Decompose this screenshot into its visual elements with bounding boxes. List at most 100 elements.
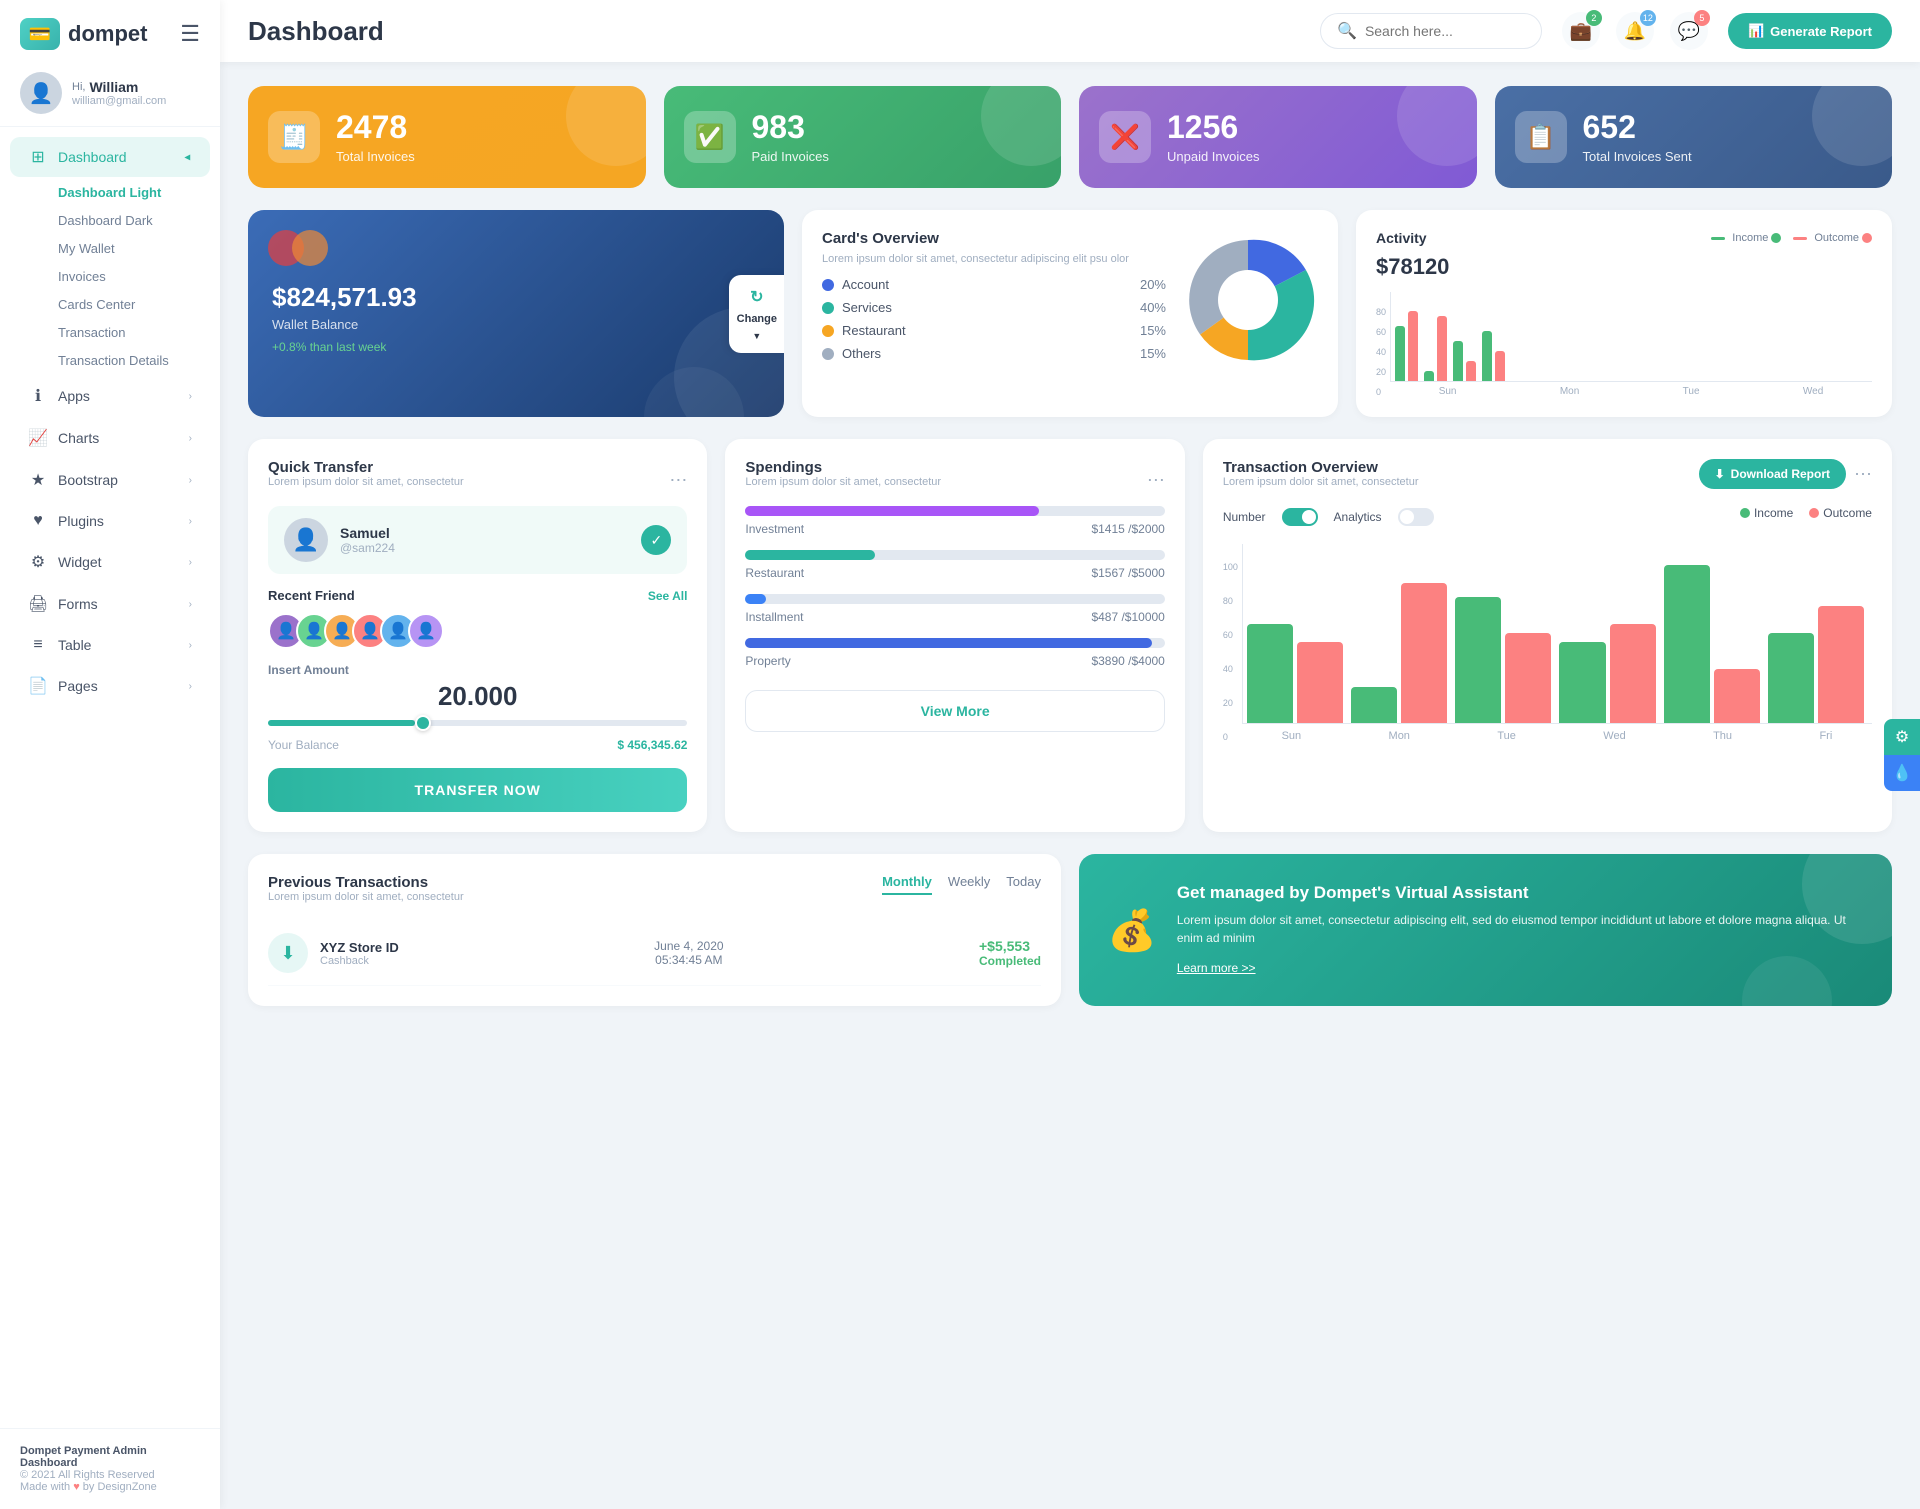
spendings-subtitle: Lorem ipsum dolor sit amet, consectetur	[745, 476, 941, 488]
prev-tx-tabs: Monthly Weekly Today	[882, 874, 1041, 895]
unpaid-invoices-number: 1256	[1167, 110, 1260, 145]
unpaid-invoices-icon: ❌	[1099, 111, 1151, 163]
generate-report-button[interactable]: 📊 Generate Report	[1728, 13, 1892, 49]
va-learn-more-link[interactable]: Learn more >>	[1177, 961, 1256, 975]
sidebar-item-cards-center[interactable]: Cards Center	[48, 291, 210, 318]
footer-copyright: © 2021 All Rights Reserved	[20, 1469, 200, 1481]
last-row: Previous Transactions Lorem ipsum dolor …	[248, 854, 1892, 1006]
income-legend-line	[1711, 237, 1725, 240]
chevron-right-icon: ›	[189, 681, 192, 692]
sidebar-item-invoices[interactable]: Invoices	[48, 263, 210, 290]
settings-panel-btn[interactable]: ⚙	[1884, 719, 1920, 755]
number-toggle-label: Number	[1223, 510, 1266, 524]
sidebar-item-forms[interactable]: 🖨 Forms ›	[10, 584, 210, 624]
user-email: william@gmail.com	[72, 95, 166, 107]
friend-avatar-6[interactable]: 👤	[408, 613, 444, 649]
overview-others-row: Others 15%	[822, 346, 1166, 361]
sidebar-charts-label: Charts	[58, 430, 179, 446]
income-bar-sun	[1395, 326, 1405, 381]
slider-thumb[interactable]	[415, 715, 431, 731]
avatar: 👤	[20, 72, 62, 114]
sidebar-plugins-label: Plugins	[58, 513, 179, 529]
notifications-badge: 12	[1640, 10, 1656, 26]
paid-invoices-icon: ✅	[684, 111, 736, 163]
toggle-row: Number Analytics Income	[1223, 506, 1872, 528]
others-dot	[822, 348, 834, 360]
installment-amounts: $487 /$10000	[1091, 610, 1164, 624]
sidebar-item-label: Dashboard	[58, 149, 172, 165]
to-y-axis: 020406080100	[1223, 562, 1242, 742]
more-options-icon[interactable]: ⋯	[669, 470, 687, 491]
chevron-right-icon: ›	[189, 557, 192, 568]
bar-group-to-wed	[1559, 624, 1655, 723]
contact-avatar: 👤	[284, 518, 328, 562]
to-income-tue	[1455, 597, 1501, 723]
tab-today[interactable]: Today	[1006, 874, 1041, 895]
quick-transfer-card: Quick Transfer Lorem ipsum dolor sit ame…	[248, 439, 707, 832]
analytics-toggle[interactable]	[1398, 508, 1434, 526]
unpaid-invoices-label: Unpaid Invoices	[1167, 149, 1260, 164]
sidebar-item-transaction[interactable]: Transaction	[48, 319, 210, 346]
sidebar-widget-label: Widget	[58, 554, 179, 570]
sidebar-item-apps[interactable]: ℹ Apps ›	[10, 376, 210, 416]
outcome-legend-label: Outcome	[1814, 232, 1859, 244]
sidebar-item-table[interactable]: ≡ Table ›	[10, 626, 210, 664]
sidebar-item-plugins[interactable]: ♥ Plugins ›	[10, 502, 210, 540]
messages-btn[interactable]: 💬 5	[1670, 12, 1708, 50]
spending-property: Property $3890 /$4000	[745, 638, 1164, 668]
wallet-btn[interactable]: 💼 2	[1562, 12, 1600, 50]
stat-cards: 🧾 2478 Total Invoices ✅ 983 Paid Invoice…	[248, 86, 1892, 188]
water-panel-btn[interactable]: 💧	[1884, 755, 1920, 791]
total-invoices-icon: 🧾	[268, 111, 320, 163]
sidebar-item-dashboard[interactable]: ⊞ Dashboard ▼	[10, 137, 210, 177]
download-report-button[interactable]: ⬇ Download Report	[1699, 459, 1846, 489]
services-pct: 40%	[1140, 300, 1166, 315]
activity-title: Activity	[1376, 230, 1427, 246]
notifications-btn[interactable]: 🔔 12	[1616, 12, 1654, 50]
sidebar-item-dashboard-light[interactable]: Dashboard Light	[48, 179, 210, 206]
tab-weekly[interactable]: Weekly	[948, 874, 990, 895]
spending-installment: Installment $487 /$10000	[745, 594, 1164, 624]
transaction-bar-chart	[1242, 544, 1872, 724]
activity-y-axis: 020406080	[1376, 307, 1390, 397]
restaurant-spending-label: Restaurant	[745, 566, 804, 580]
change-button[interactable]: ↻ Change ▼	[729, 275, 784, 353]
sidebar-item-transaction-details[interactable]: Transaction Details	[48, 347, 210, 374]
contact-name: Samuel	[340, 525, 395, 541]
bar-group-sun	[1395, 311, 1418, 381]
bar-group-to-tue	[1455, 597, 1551, 723]
to-more-icon[interactable]: ⋯	[1854, 464, 1872, 485]
chevron-right-icon: ›	[189, 391, 192, 402]
sidebar-item-widget[interactable]: ⚙ Widget ›	[10, 542, 210, 582]
to-income-label: Income	[1754, 506, 1793, 520]
tab-monthly[interactable]: Monthly	[882, 874, 932, 895]
transfer-now-button[interactable]: TRANSFER NOW	[268, 768, 687, 812]
sidebar-table-label: Table	[58, 637, 179, 653]
investment-amounts: $1415 /$2000	[1091, 522, 1164, 536]
view-more-button[interactable]: View More	[745, 690, 1164, 732]
installment-label: Installment	[745, 610, 803, 624]
sidebar-item-my-wallet[interactable]: My Wallet	[48, 235, 210, 262]
cards-overview-title: Card's Overview	[822, 230, 1166, 247]
hamburger-icon[interactable]: ☰	[180, 21, 200, 47]
sidebar-item-pages[interactable]: 📄 Pages ›	[10, 666, 210, 706]
spendings-more-icon[interactable]: ⋯	[1147, 470, 1165, 491]
quick-transfer-subtitle: Lorem ipsum dolor sit amet, consectetur	[268, 476, 464, 488]
bar-group-to-fri	[1768, 606, 1864, 723]
sidebar-item-dashboard-dark[interactable]: Dashboard Dark	[48, 207, 210, 234]
to-outcome-label: Outcome	[1823, 506, 1872, 520]
sidebar-item-bootstrap[interactable]: ★ Bootstrap ›	[10, 460, 210, 500]
see-all-button[interactable]: See All	[648, 589, 688, 603]
chart-bar-icon: 📊	[1748, 23, 1764, 39]
search-input[interactable]	[1365, 23, 1525, 39]
selected-contact[interactable]: 👤 Samuel @sam224 ✓	[268, 506, 687, 574]
number-toggle[interactable]	[1282, 508, 1318, 526]
total-invoices-label: Total Invoices	[336, 149, 415, 164]
bar-group-to-mon	[1351, 583, 1447, 723]
sidebar-item-charts[interactable]: 📈 Charts ›	[10, 418, 210, 458]
chevron-down-icon: ▼	[182, 152, 193, 162]
to-income-sun	[1247, 624, 1293, 723]
tx-status: Completed	[979, 954, 1041, 968]
search-box[interactable]: 🔍	[1320, 13, 1542, 49]
amount-slider-track[interactable]	[268, 720, 687, 726]
